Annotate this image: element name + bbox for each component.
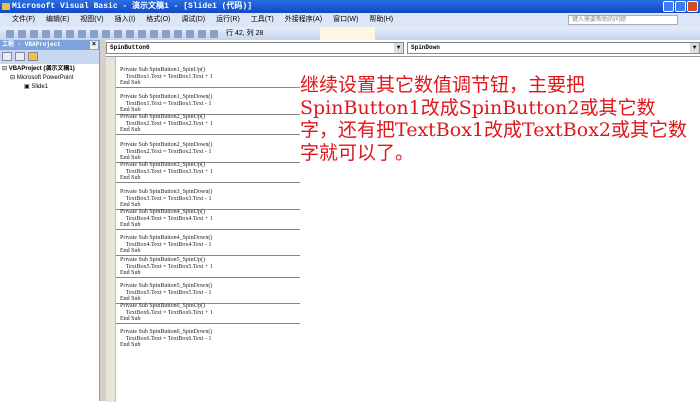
find-icon[interactable] (78, 29, 86, 38)
cut-icon[interactable] (42, 29, 50, 38)
procedure-separator (116, 229, 300, 230)
project-explorer-icon[interactable] (162, 29, 170, 38)
paste-icon[interactable] (66, 29, 74, 38)
view-code-icon[interactable] (2, 52, 12, 61)
procedure-block[interactable]: Private Sub SpinButton4_SpinDown() TextB… (120, 235, 300, 255)
title-bar: Microsoft Visual Basic - 演示文稿1 - [Slide1… (0, 0, 700, 13)
chevron-down-icon[interactable]: ▼ (690, 43, 699, 53)
toolbox-icon[interactable] (198, 29, 206, 38)
menu-item[interactable]: 运行(R) (216, 13, 240, 27)
vb-app-icon (2, 3, 10, 10)
procedure-separator (116, 255, 300, 256)
menu-item[interactable]: 窗口(W) (333, 13, 358, 27)
procedure-separator (116, 323, 300, 324)
view-powerpoint-icon[interactable] (6, 29, 14, 38)
menu-item[interactable]: 插入(I) (115, 13, 136, 27)
code-line: End Sub (120, 202, 141, 208)
procedure-separator (116, 87, 300, 88)
object-browser-icon[interactable] (186, 29, 194, 38)
code-line: End Sub (120, 107, 141, 113)
maximize-button[interactable] (675, 1, 686, 12)
help-search-input[interactable]: 键入需要帮助的问题 (568, 15, 678, 25)
object-combo[interactable]: SpinButton6 ▼ (106, 42, 404, 54)
code-line: End Sub (120, 248, 141, 254)
cursor-position: 行 42, 列 28 (226, 30, 264, 37)
close-pane-icon[interactable]: × (90, 41, 98, 49)
tree-item-vbaproject[interactable]: ⊟ VBAProject (演示文稿1) (2, 65, 97, 74)
redo-icon[interactable] (102, 29, 110, 38)
procedure-block[interactable]: Private Sub SpinButton3_SpinUp() TextBox… (120, 162, 300, 182)
project-explorer: 工程 - VBAProject × ⊟ VBAProject (演示文稿1) ⊟ … (0, 40, 100, 401)
procedure-block[interactable]: Private Sub SpinButton6_SpinDown() TextB… (120, 329, 300, 349)
procedure-block[interactable]: Private Sub SpinButton2_SpinDown() TextB… (120, 142, 300, 162)
copy-icon[interactable] (54, 29, 62, 38)
chevron-down-icon[interactable]: ▼ (394, 43, 403, 53)
tree-item-slide1[interactable]: ▣ Slide1 (2, 83, 97, 92)
code-line: End Sub (120, 155, 141, 161)
menu-item[interactable]: 帮助(H) (369, 13, 393, 27)
window-title: Microsoft Visual Basic - 演示文稿1 - [Slide1… (12, 2, 253, 11)
menu-item[interactable]: 外接程序(A) (285, 13, 322, 27)
menu-item[interactable]: 文件(F) (12, 13, 35, 27)
procedure-block[interactable]: Private Sub SpinButton2_SpinUp() TextBox… (120, 114, 300, 134)
menu-item[interactable]: 工具(T) (251, 13, 274, 27)
code-line: End Sub (120, 296, 141, 302)
undo-icon[interactable] (90, 29, 98, 38)
code-line: End Sub (120, 342, 141, 348)
code-line: End Sub (120, 80, 141, 86)
procedure-separator (116, 134, 300, 135)
menu-item[interactable]: 编辑(E) (46, 13, 69, 27)
properties-icon[interactable] (174, 29, 182, 38)
minimize-button[interactable] (663, 1, 674, 12)
code-line: End Sub (120, 127, 141, 133)
code-line: End Sub (120, 222, 141, 228)
annotation-text: 继续设置其它数值调节钮，主要把SpinButton1改成SpinButton2或… (300, 74, 687, 164)
reset-icon[interactable] (138, 29, 146, 38)
margin-indicator-bar (106, 57, 116, 402)
menu-item[interactable]: 格式(O) (146, 13, 170, 27)
procedure-block[interactable]: Private Sub SpinButton4_SpinUp() TextBox… (120, 209, 300, 229)
menu-item[interactable]: 视图(V) (80, 13, 103, 27)
procedure-block[interactable]: Private Sub SpinButton1_SpinUp() TextBox… (120, 67, 300, 87)
procedure-block[interactable]: Private Sub SpinButton5_SpinDown() TextB… (120, 283, 300, 303)
procedure-block[interactable]: Private Sub SpinButton6_SpinUp() TextBox… (120, 303, 300, 323)
project-explorer-title: 工程 - VBAProject (2, 41, 61, 48)
code-line: End Sub (120, 175, 141, 181)
run-icon[interactable] (114, 29, 122, 38)
save-icon[interactable] (30, 29, 38, 38)
procedure-separator (116, 277, 300, 278)
close-button[interactable] (687, 1, 698, 12)
procedure-separator (116, 182, 300, 183)
code-line: End Sub (120, 270, 141, 276)
tree-item-powerpoint-objects[interactable]: ⊟ Microsoft PowerPoint (2, 74, 97, 83)
procedure-block[interactable]: Private Sub SpinButton3_SpinDown() TextB… (120, 189, 300, 209)
design-mode-icon[interactable] (150, 29, 158, 38)
procedure-combo[interactable]: SpinDown ▼ (407, 42, 700, 54)
procedure-block[interactable]: Private Sub SpinButton5_SpinUp() TextBox… (120, 257, 300, 277)
toggle-folders-icon[interactable] (28, 52, 38, 61)
toolbar-empty-area (320, 27, 375, 40)
menu-item[interactable]: 调试(D) (181, 13, 205, 27)
procedure-block[interactable]: Private Sub SpinButton1_SpinDown() TextB… (120, 94, 300, 114)
break-icon[interactable] (126, 29, 134, 38)
code-line: End Sub (120, 316, 141, 322)
standard-toolbar: 行 42, 列 28 (0, 27, 700, 40)
insert-module-icon[interactable] (18, 29, 26, 38)
view-object-icon[interactable] (15, 52, 25, 61)
help-icon[interactable] (210, 29, 218, 38)
